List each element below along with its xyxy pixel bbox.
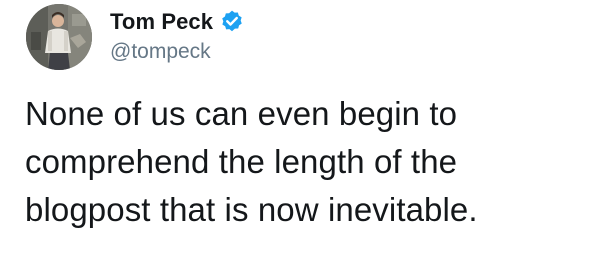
avatar-photo: [26, 4, 92, 70]
author-display-name[interactable]: Tom Peck: [110, 9, 213, 35]
author-handle[interactable]: @tompeck: [110, 40, 211, 64]
tweet-text-line: blogpost that is now inevitable.: [25, 191, 478, 228]
tweet-card: Tom Peck @tompeck None of us can even be…: [0, 0, 600, 269]
avatar[interactable]: [26, 4, 92, 70]
author-row: Tom Peck: [110, 7, 245, 37]
tweet-text: None of us can even begin to comprehend …: [25, 90, 585, 234]
tweet-text-line: comprehend the length of the: [25, 143, 458, 180]
tweet-text-line: None of us can even begin to: [25, 95, 458, 132]
verified-badge-icon: [219, 9, 245, 35]
